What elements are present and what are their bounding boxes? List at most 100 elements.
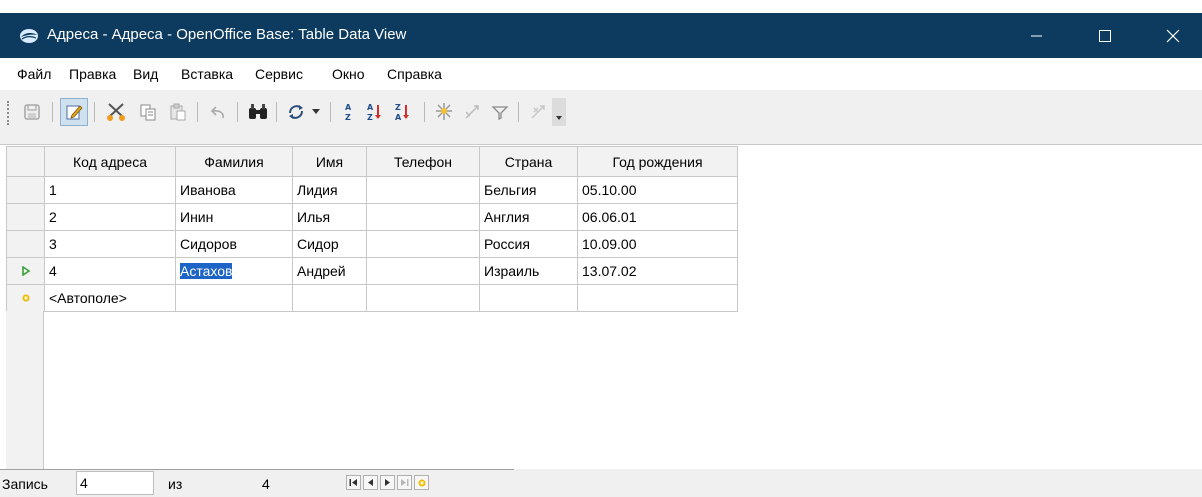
copy-button[interactable] (134, 98, 162, 126)
standard-filter-button[interactable] (458, 98, 486, 126)
undo-button[interactable] (204, 98, 232, 126)
table-cell[interactable]: Англия (479, 203, 578, 231)
standard-filter-icon (465, 105, 479, 119)
table-cell[interactable] (577, 284, 738, 312)
maximize-button[interactable] (1082, 13, 1128, 58)
record-number-input[interactable]: 4 (76, 471, 154, 495)
table-cell[interactable]: 4 (44, 257, 176, 285)
remove-filter-button[interactable] (524, 98, 552, 126)
edit-data-button[interactable] (60, 98, 88, 126)
column-header-surname[interactable]: Фамилия (175, 146, 293, 177)
table-cell[interactable] (366, 230, 480, 258)
first-record-button[interactable] (346, 475, 361, 490)
header-row: Код адреса Фамилия Имя Телефон Страна Го… (6, 146, 738, 177)
toolbar-grip[interactable] (7, 101, 11, 125)
last-record-button[interactable] (397, 475, 412, 490)
autofilter-button[interactable] (430, 98, 458, 126)
table-cell[interactable]: 2 (44, 203, 176, 231)
row-header[interactable] (6, 230, 45, 258)
menu-help[interactable]: Справка (387, 66, 442, 83)
table-cell[interactable]: 1 (44, 176, 176, 204)
cut-icon (107, 103, 125, 121)
openoffice-logo-icon (19, 26, 39, 46)
menu-edit[interactable]: Правка (69, 66, 116, 83)
table-cell[interactable]: Россия (479, 230, 578, 258)
menu-insert[interactable]: Вставка (181, 66, 233, 83)
table-cell[interactable]: Андрей (292, 257, 367, 285)
table-cell[interactable] (366, 257, 480, 285)
table-cell[interactable] (366, 284, 480, 312)
column-header-country[interactable]: Страна (479, 146, 578, 177)
table-cell[interactable]: 3 (44, 230, 176, 258)
table-cell[interactable] (366, 176, 480, 204)
table-cell[interactable]: Израиль (479, 257, 578, 285)
toolbar-options-button[interactable] (552, 98, 566, 126)
table-cell[interactable]: Сидоров (175, 230, 293, 258)
svg-text:A: A (367, 103, 374, 112)
menu-file[interactable]: Файл (17, 66, 51, 83)
next-record-button[interactable] (380, 475, 395, 490)
row-header[interactable] (6, 176, 45, 204)
new-record-button[interactable] (414, 475, 429, 490)
menu-bar: Файл Правка Вид Вставка Сервис Окно Спра… (0, 58, 1202, 90)
toolbar-separator (518, 102, 519, 122)
toolbar-separator (330, 102, 331, 122)
edit-data-icon (66, 105, 83, 120)
table-cell[interactable]: 13.07.02 (577, 257, 738, 285)
table-cell[interactable]: Сидор (292, 230, 367, 258)
toolbar-options-icon (556, 116, 562, 120)
title-bar[interactable]: Адреса - Адреса - OpenOffice Base: Table… (0, 13, 1202, 58)
column-header-name[interactable]: Имя (292, 146, 367, 177)
sort-descending-button[interactable]: ZA (390, 98, 418, 126)
navbar-divider (0, 469, 514, 470)
table-cell[interactable] (366, 203, 480, 231)
table-cell[interactable]: Бельгия (479, 176, 578, 204)
row-header-new[interactable] (6, 284, 45, 312)
toolbar-separator (94, 102, 95, 122)
row-header[interactable] (6, 203, 45, 231)
refresh-button[interactable] (282, 98, 310, 126)
menu-view[interactable]: Вид (133, 66, 158, 83)
table-cell[interactable]: Инин (175, 203, 293, 231)
column-header-phone[interactable]: Телефон (366, 146, 480, 177)
svg-text:Z: Z (395, 103, 401, 112)
table-row: 2 Инин Илья Англия 06.06.01 (6, 203, 738, 231)
close-icon (1166, 29, 1180, 42)
column-header-code[interactable]: Код адреса (44, 146, 176, 177)
window-title: Адреса - Адреса - OpenOffice Base: Table… (47, 26, 407, 43)
apply-filter-button[interactable] (486, 98, 514, 126)
table-cell[interactable]: Илья (292, 203, 367, 231)
menu-tools[interactable]: Сервис (255, 66, 303, 83)
find-icon (249, 104, 267, 119)
cut-button[interactable] (102, 98, 130, 126)
sort-ascending-button[interactable]: AZ (362, 98, 390, 126)
current-row-arrow-icon (21, 266, 30, 276)
first-record-icon (349, 479, 357, 486)
table-cell-selected[interactable]: Астахов (175, 257, 293, 285)
table-cell[interactable]: Иванова (175, 176, 293, 204)
table-cell[interactable]: 06.06.01 (577, 203, 738, 231)
column-header-birth-year[interactable]: Год рождения (577, 146, 738, 177)
sort-button[interactable]: AZ (334, 98, 362, 126)
paste-button[interactable] (164, 98, 192, 126)
find-button[interactable] (244, 98, 272, 126)
svg-text:A: A (345, 103, 352, 112)
table-cell[interactable] (175, 284, 293, 312)
save-button[interactable] (18, 98, 46, 126)
minimize-button[interactable] (1014, 13, 1060, 58)
row-header-corner[interactable] (6, 146, 45, 177)
table-cell[interactable]: 10.09.00 (577, 230, 738, 258)
previous-record-button[interactable] (363, 475, 378, 490)
table-cell-new[interactable]: <Автополе> (44, 284, 176, 312)
app-window: Адреса - Адреса - OpenOffice Base: Table… (0, 0, 1202, 497)
table-cell[interactable]: 05.10.00 (577, 176, 738, 204)
menu-window[interactable]: Окно (332, 66, 365, 83)
toolbar-separator (197, 102, 198, 122)
table-cell[interactable] (479, 284, 578, 312)
row-header-current[interactable] (6, 257, 45, 285)
refresh-dropdown-button[interactable] (308, 98, 324, 126)
close-button[interactable] (1150, 13, 1196, 58)
table-cell[interactable] (292, 284, 367, 312)
record-total: 4 (262, 476, 270, 492)
table-cell[interactable]: Лидия (292, 176, 367, 204)
